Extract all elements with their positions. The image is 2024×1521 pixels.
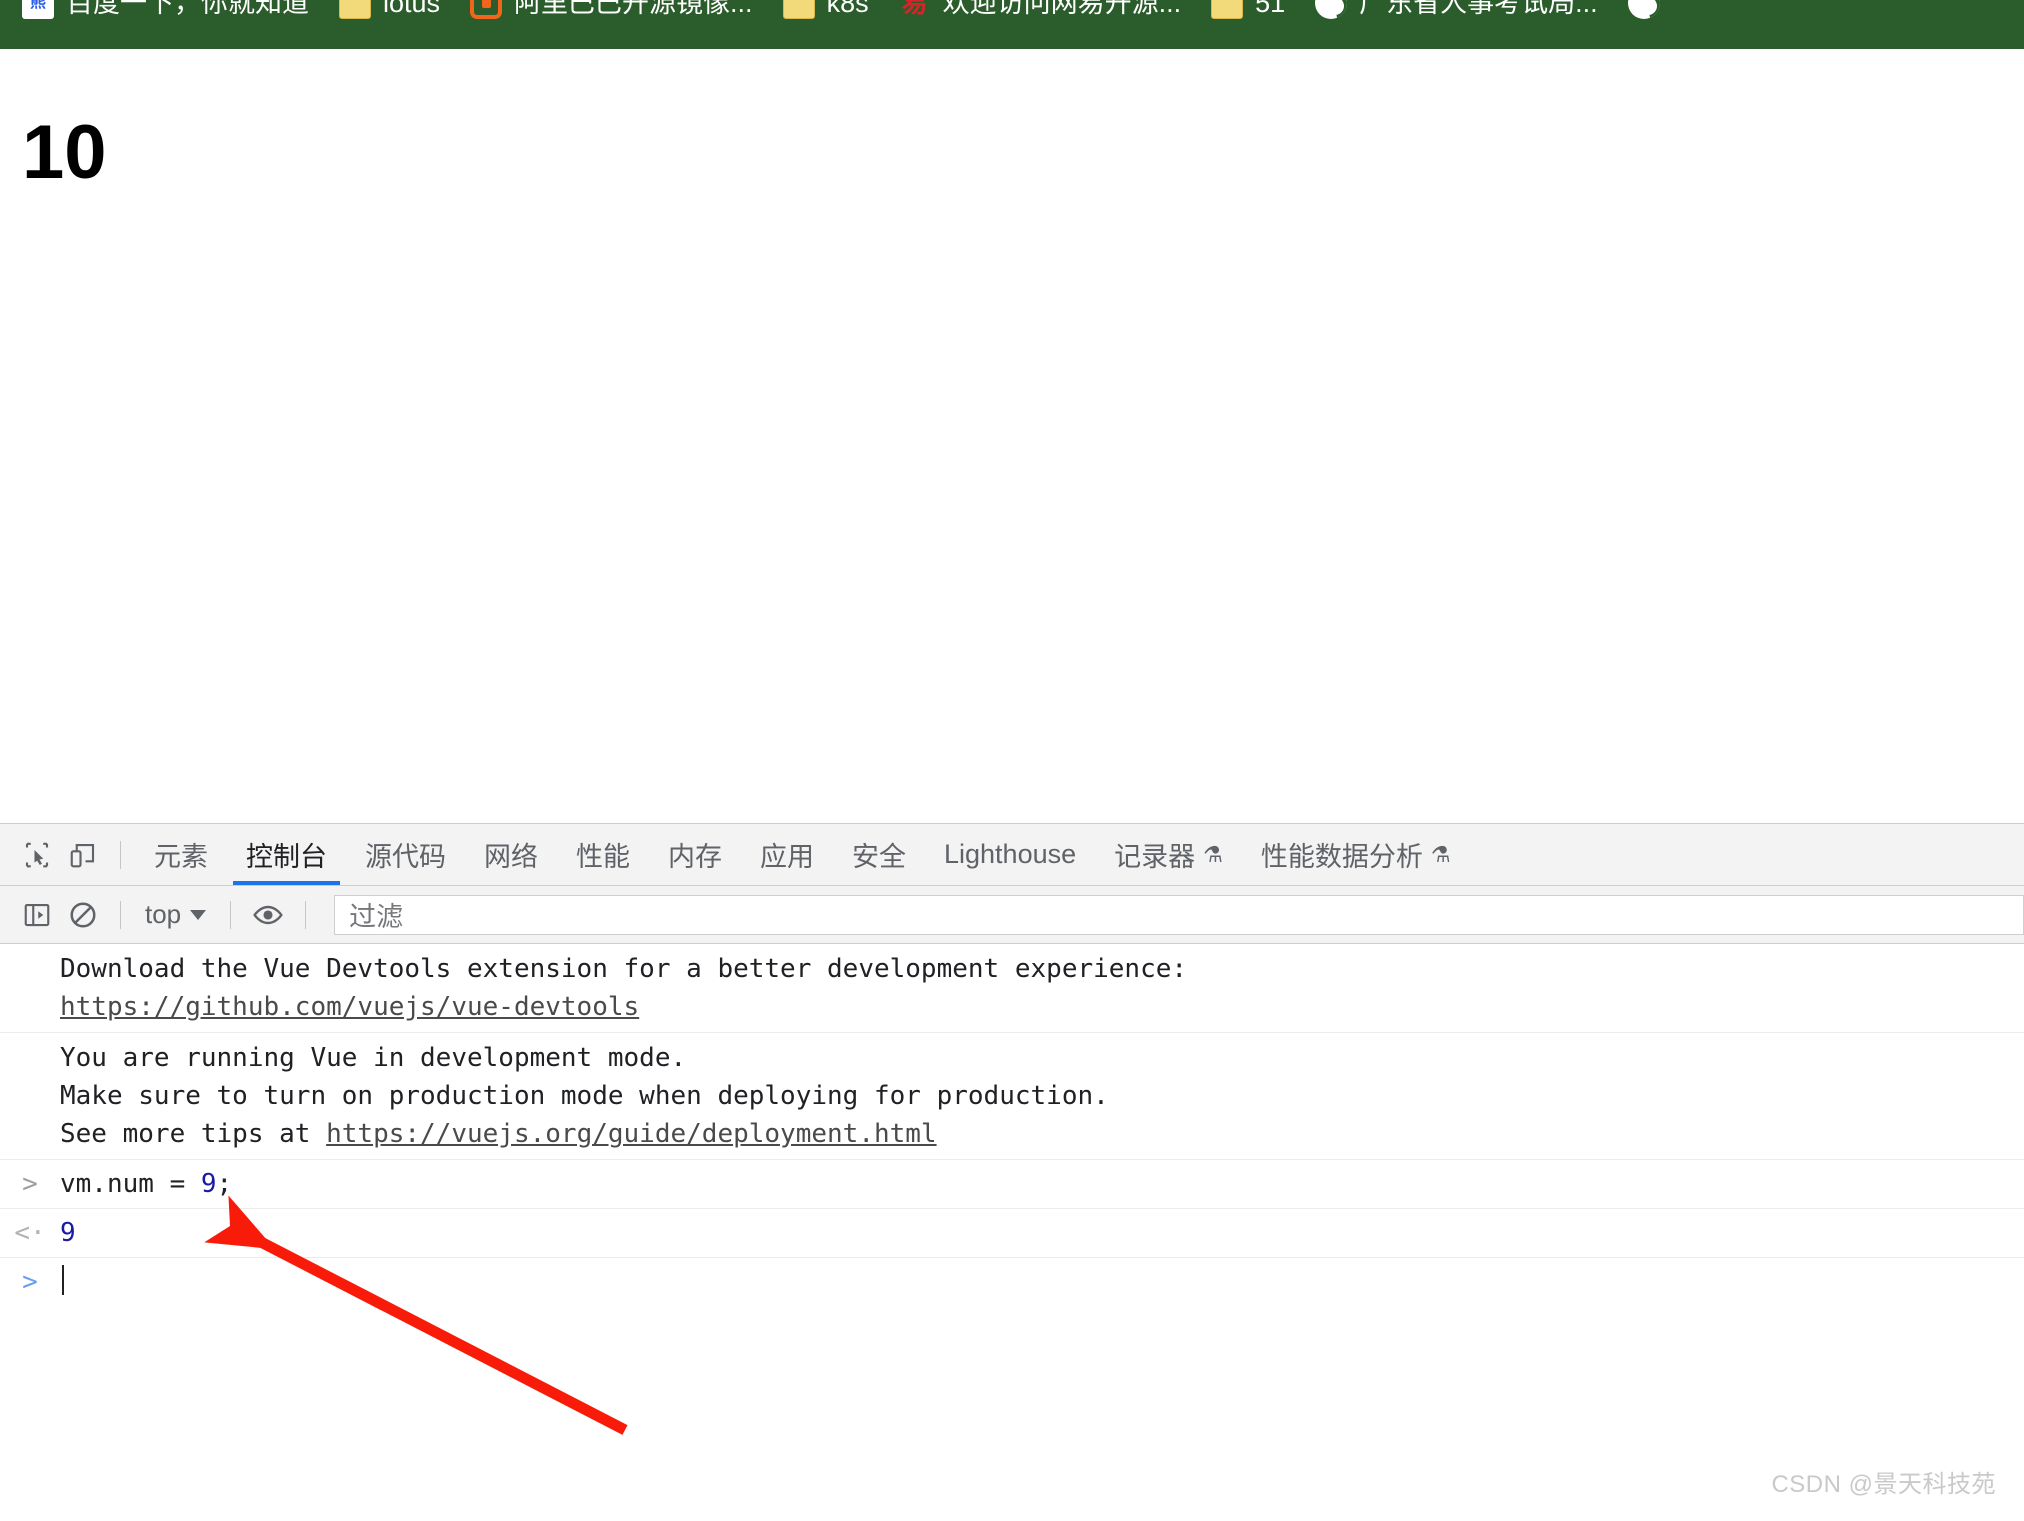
console-message: Download the Vue Devtools extension for … [0, 944, 2024, 1033]
console-message-line: https://github.com/vuejs/vue-devtools [60, 988, 2024, 1026]
watermark: CSDN @景天科技苑 [1771, 1471, 1996, 1498]
devtools-tab-label: Lighthouse [944, 839, 1077, 869]
devtools-tab-label: 元素 [154, 842, 208, 872]
bookmark-label: 广东省人事考试局... [1359, 0, 1598, 18]
devtools-tab-label: 源代码 [365, 842, 446, 872]
console-message-text: Make sure to turn on production mode whe… [60, 1081, 1109, 1111]
devtools-panel: 元素 控制台 源代码 网络 性能 内存 应用 安全 Lighthouse 记录器 ⚗ 性能数据分析 ⚗ … [0, 823, 2024, 1521]
toolbar-divider [120, 840, 121, 869]
text-cursor [62, 1265, 64, 1295]
devtools-tab[interactable]: 网络 [465, 824, 557, 885]
console-sidebar-icon[interactable] [14, 892, 60, 938]
expression-number: 9 [200, 1169, 217, 1199]
folder-icon [782, 0, 815, 19]
devtools-tab[interactable]: 源代码 [346, 824, 465, 885]
devtools-tab[interactable]: 安全 [833, 824, 925, 885]
console-message-text: You are running Vue in development mode. [60, 1043, 687, 1073]
bookmarks-bar: 熊百度一下，你就知道 lotus 阿里巴巴开源镜像... k8s 易欢迎访问网易开源..… [0, 0, 2024, 49]
alibaba-icon [470, 0, 503, 19]
console-toolbar-divider-3 [305, 900, 307, 929]
bookmark-item[interactable]: 熊百度一下，你就知道 [22, 0, 309, 20]
console-message: You are running Vue in development mode.… [0, 1033, 2024, 1160]
devtools-tab[interactable]: 应用 [741, 824, 833, 885]
devtools-tab[interactable]: 记录器 ⚗ [1095, 824, 1242, 885]
console-output-row: <· 9 [0, 1209, 2024, 1258]
console-output-value: 9 [60, 1218, 76, 1248]
devtools-tab[interactable]: 控制台 [227, 824, 346, 885]
devtools-tab-list: 元素 控制台 源代码 网络 性能 内存 应用 安全 Lighthouse 记录器 ⚗ 性能数据分析 ⚗ [135, 824, 1470, 885]
console-input-expression: vm.num = 9; [60, 1164, 232, 1204]
globe-icon [1315, 0, 1348, 19]
console-toolbar-divider-1 [120, 900, 121, 929]
console-prompt-icon: > [22, 1169, 38, 1199]
devtools-tabbar: 元素 控制台 源代码 网络 性能 内存 应用 安全 Lighthouse 记录器 ⚗ 性能数据分析 ⚗ [0, 824, 2024, 886]
devtools-tab-label: 性能 [576, 842, 630, 872]
bookmark-item[interactable]: lotus [339, 0, 440, 20]
devtools-tab-label: 记录器 [1114, 842, 1196, 872]
bookmark-label: k8s [826, 0, 869, 18]
devtools-tab[interactable]: 内存 [649, 824, 741, 885]
page-title: 10 [22, 110, 107, 195]
experiment-flask-icon: ⚗ [1203, 841, 1223, 867]
bookmark-item[interactable]: 易欢迎访问网易开源... [899, 0, 1182, 20]
devtools-tab[interactable]: 元素 [135, 824, 227, 885]
device-toolbar-icon[interactable] [60, 832, 106, 878]
console-message-line: Make sure to turn on production mode whe… [60, 1077, 2024, 1115]
bookmark-item[interactable]: 51 [1211, 0, 1285, 20]
bookmark-label: 百度一下，你就知道 [66, 0, 309, 18]
baidu-icon: 熊 [22, 0, 54, 19]
expression-prefix: vm.num = [60, 1169, 201, 1199]
console-link[interactable]: https://vuejs.org/guide/deployment.html [326, 1119, 936, 1149]
console-active-prompt-row[interactable]: > [0, 1258, 2024, 1306]
bookmark-item[interactable] [1627, 0, 1660, 20]
bookmark-label: lotus [383, 0, 441, 18]
console-toolbar-divider-2 [230, 900, 232, 929]
clear-console-icon[interactable] [60, 892, 106, 938]
browser-window: 熊百度一下，你就知道 lotus 阿里巴巴开源镜像... k8s 易欢迎访问网易开源..… [0, 0, 2024, 1521]
inspect-element-icon[interactable] [14, 832, 60, 878]
experiment-flask-icon: ⚗ [1430, 841, 1451, 867]
console-link[interactable]: https://github.com/vuejs/vue-devtools [60, 992, 639, 1022]
devtools-tab-label: 应用 [760, 842, 814, 872]
bookmark-label: 51 [1255, 0, 1286, 18]
folder-icon [1211, 0, 1244, 19]
console-active-prompt-icon: > [22, 1267, 38, 1297]
netease-icon: 易 [901, 0, 928, 18]
execution-context-label: top [145, 899, 182, 929]
page-viewport: 10 [0, 49, 2024, 823]
console-message-text: See more tips at [60, 1119, 327, 1149]
console-toolbar: top 过滤 [0, 886, 2024, 944]
devtools-tab-label: 内存 [668, 842, 722, 872]
console-messages-area: Download the Vue Devtools extension for … [0, 944, 2024, 1521]
chevron-down-icon [190, 909, 207, 920]
live-expression-icon[interactable] [245, 892, 291, 938]
console-filter-input[interactable]: 过滤 [334, 894, 2024, 935]
console-output-icon: <· [14, 1218, 46, 1248]
folder-icon [339, 0, 371, 19]
console-message-text: Download the Vue Devtools extension for … [60, 954, 1188, 984]
console-active-input[interactable] [60, 1262, 64, 1302]
devtools-tab-label: 控制台 [246, 842, 327, 872]
bookmark-item[interactable]: k8s [782, 0, 869, 20]
bookmark-item[interactable]: 广东省人事考试局... [1315, 0, 1598, 20]
devtools-tab-label: 安全 [852, 842, 906, 872]
devtools-tab[interactable]: Lighthouse [925, 824, 1095, 885]
console-message-line: Download the Vue Devtools extension for … [60, 950, 2024, 988]
execution-context-select[interactable]: top [135, 899, 216, 930]
devtools-tab-label: 性能数据分析 [1260, 842, 1423, 872]
bookmark-item[interactable]: 阿里巴巴开源镜像... [470, 0, 753, 20]
expression-suffix: ; [216, 1169, 233, 1199]
devtools-tab-label: 网络 [484, 842, 538, 872]
globe-icon [1627, 0, 1660, 19]
console-message-line: See more tips at https://vuejs.org/guide… [60, 1115, 2024, 1153]
devtools-tab[interactable]: 性能数据分析 ⚗ [1242, 824, 1470, 885]
console-message-line: You are running Vue in development mode. [60, 1039, 2024, 1077]
bookmark-label: 欢迎访问网易开源... [942, 0, 1182, 18]
devtools-tab[interactable]: 性能 [557, 824, 649, 885]
bookmark-label: 阿里巴巴开源镜像... [514, 0, 753, 18]
console-input-row: > vm.num = 9; [0, 1160, 2024, 1209]
